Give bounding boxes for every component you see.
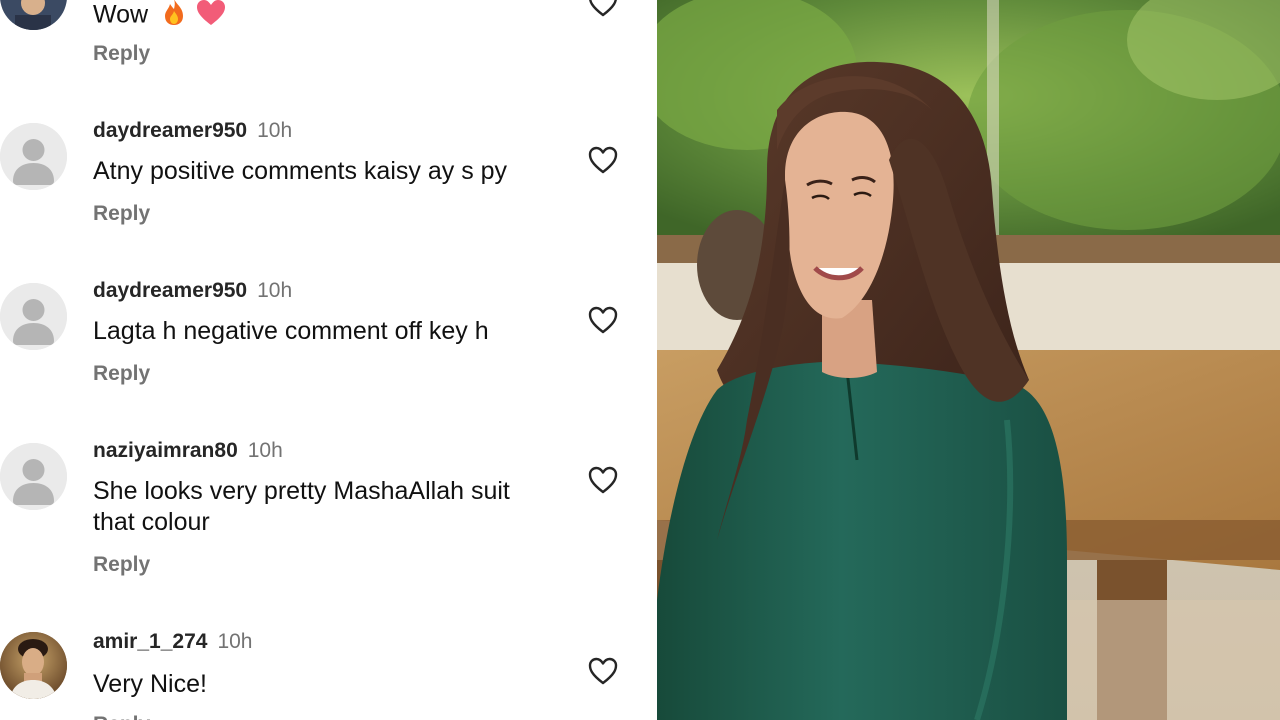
username-link[interactable]: daydreamer950 bbox=[93, 279, 247, 302]
comment-item: Wow Reply bbox=[0, 0, 657, 110]
timestamp: 10h bbox=[257, 279, 293, 302]
comment-item: naziyaimran80 10h She looks very pretty M… bbox=[0, 438, 657, 588]
default-avatar[interactable] bbox=[0, 283, 67, 350]
reply-button[interactable]: Reply bbox=[93, 201, 150, 227]
timestamp: 10h bbox=[217, 630, 253, 653]
user-photo-avatar[interactable] bbox=[0, 0, 67, 30]
username-link[interactable]: amir_1_274 bbox=[93, 630, 207, 653]
fire-emoji bbox=[161, 0, 187, 34]
heart-outline-icon[interactable] bbox=[587, 305, 619, 335]
comment-item: daydreamer950 10h Atny positive comments … bbox=[0, 118, 657, 238]
woman-portrait-photo bbox=[657, 0, 1280, 720]
comment-meta: amir_1_274 10h bbox=[93, 629, 252, 655]
timestamp: 10h bbox=[247, 439, 283, 462]
comment-meta: daydreamer950 10h bbox=[93, 278, 292, 304]
comment-text: Very Nice! bbox=[93, 670, 207, 698]
screenshot-composite: Wow Reply daydreamer950 10h Atny positiv… bbox=[0, 0, 1280, 720]
default-avatar[interactable] bbox=[0, 443, 67, 510]
comment-item: daydreamer950 10h Lagta h negative commen… bbox=[0, 278, 657, 398]
username-link[interactable]: daydreamer950 bbox=[93, 119, 247, 142]
heart-outline-icon[interactable] bbox=[587, 145, 619, 175]
heart-outline-icon[interactable] bbox=[587, 0, 619, 18]
username-link[interactable]: naziyaimran80 bbox=[93, 439, 238, 462]
reply-button[interactable]: Reply bbox=[93, 712, 150, 720]
comment-item: amir_1_274 10h Very Nice! Reply bbox=[0, 629, 657, 720]
comment-text: She looks very pretty MashaAllah suit th… bbox=[93, 477, 510, 536]
comment-text: Wow bbox=[93, 0, 563, 34]
comments-panel: Wow Reply daydreamer950 10h Atny positiv… bbox=[0, 0, 657, 720]
reply-button[interactable]: Reply bbox=[93, 41, 150, 67]
heart-outline-icon[interactable] bbox=[587, 465, 619, 495]
comment-meta: daydreamer950 10h bbox=[93, 118, 292, 144]
timestamp: 10h bbox=[257, 119, 293, 142]
comment-text: Atny positive comments kaisy ay s py bbox=[93, 157, 508, 185]
reply-button[interactable]: Reply bbox=[93, 361, 150, 387]
default-avatar[interactable] bbox=[0, 123, 67, 190]
reply-button[interactable]: Reply bbox=[93, 552, 150, 578]
heart-emoji bbox=[196, 0, 226, 34]
heart-outline-icon[interactable] bbox=[587, 656, 619, 686]
comment-meta: naziyaimran80 10h bbox=[93, 438, 283, 464]
user-photo-avatar[interactable] bbox=[0, 632, 67, 699]
comment-text: Lagta h negative comment off key h bbox=[93, 317, 489, 345]
